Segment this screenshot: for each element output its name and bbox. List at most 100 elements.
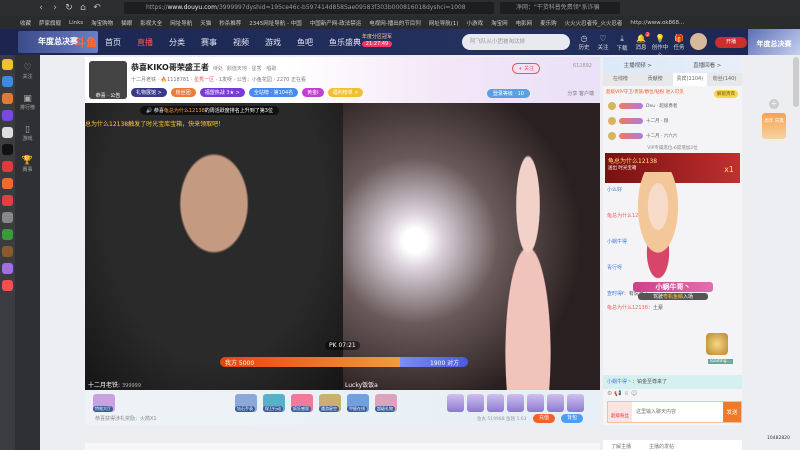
send-button[interactable]: 发送 <box>723 402 741 422</box>
settings-icon[interactable]: ⚙ <box>607 390 612 397</box>
app-icon[interactable] <box>2 144 13 155</box>
douyu-logo[interactable]: 斗鱼 <box>75 34 97 50</box>
event-banner[interactable]: 年度总决赛 <box>748 29 800 55</box>
room-category[interactable]: 颜值天地 · 星秀 · 唱歌 <box>227 66 277 72</box>
replay-link[interactable]: 直播回看 > <box>693 61 721 69</box>
app-icon[interactable] <box>2 263 13 274</box>
sidebar-item[interactable]: ▣ 排行榜 <box>15 94 40 111</box>
address-bar[interactable]: https://www.douyu.com/3999997dyshid=195c… <box>124 2 494 14</box>
msg-user[interactable]: 青行呀 <box>607 265 622 271</box>
nav-消息[interactable]: 🔔 消息 2 <box>632 32 650 51</box>
room-tag[interactable]: 待处 <box>213 66 223 72</box>
bookmark[interactable]: 中国新产网-政法禁运 <box>310 19 362 27</box>
room-badge[interactable]: 粉丝团 <box>170 88 196 97</box>
chat-tab[interactable]: 贵宾(1104) <box>672 73 708 86</box>
bookmark[interactable]: 小游戏 <box>467 19 484 27</box>
room-badge[interactable]: 福盟热战 3★ > <box>199 88 245 97</box>
site-search-input[interactable]: 阿飞队从小团被淘汰掉 <box>462 34 570 50</box>
app-icon[interactable] <box>2 212 13 223</box>
app-icon[interactable] <box>2 161 13 172</box>
recharge-button[interactable]: 充值 <box>533 414 555 423</box>
sidebar-item[interactable]: ▯ 游戏 <box>15 125 40 142</box>
app-icon[interactable] <box>2 127 13 138</box>
nav-下载[interactable]: ⤓ 下载 <box>613 34 631 52</box>
chat-tab[interactable]: 贡献榜 <box>638 73 673 86</box>
fan-card-icon[interactable] <box>527 394 544 412</box>
tab-posts[interactable]: 主播的发帖 <box>649 443 674 450</box>
fan-card-icon[interactable] <box>487 394 504 412</box>
msg-user[interactable]: 小蜗牛得丶 <box>607 379 632 385</box>
bookmark[interactable]: 火火火忍者传_火火忍者 <box>565 19 623 27</box>
app-icon[interactable] <box>2 76 13 87</box>
home-icon[interactable]: ⌂ <box>76 3 90 13</box>
crown-icon[interactable]: ♕ <box>624 390 629 397</box>
nav-item[interactable]: 直播 <box>137 37 153 48</box>
bookmark[interactable]: 猫眼 <box>121 19 132 27</box>
sidebar-item[interactable]: ♡ 关注 <box>15 63 40 80</box>
back-icon[interactable]: ‹ <box>34 3 48 13</box>
chat-input[interactable] <box>632 402 723 422</box>
nav-item[interactable]: 首页 <box>105 37 121 48</box>
fan-badge[interactable]: 超级粉丝 <box>608 402 632 422</box>
page-scrollbar[interactable] <box>793 57 799 107</box>
nav-item[interactable]: 鱼吧 <box>297 37 313 48</box>
bookmark[interactable]: 淘宝购物 <box>91 19 113 27</box>
nav-创作中心[interactable]: 💡 创作中心 <box>651 34 669 59</box>
plus-icon[interactable]: + <box>769 99 779 109</box>
nav-任务[interactable]: 🎁 任务 <box>670 34 688 51</box>
promo-banner[interactable]: 周年 庆典 <box>762 113 786 139</box>
bookmark[interactable]: 萨家旗舰 <box>39 19 61 27</box>
msg-user[interactable]: 小么好 <box>607 187 622 193</box>
streamer-avatar[interactable]: 恭喜 · 公告 <box>89 61 127 99</box>
video-player[interactable]: 🔊 恭喜龟总为什么12138的周活跃度排名上升到了第3位 总为什么12138触发… <box>85 103 600 390</box>
nav-历史[interactable]: ◷ 历史 <box>575 34 593 51</box>
forward-icon[interactable]: › <box>48 3 62 13</box>
unlock-vip-button[interactable]: 解锁贵宾 <box>714 90 738 98</box>
vip-seat[interactable]: Deu · 超级勇者 <box>603 98 742 113</box>
fan-card-icon[interactable] <box>467 394 484 412</box>
bookmark[interactable]: 淘宝网 <box>491 19 508 27</box>
room-badge[interactable]: 全站榜 · 第104名 <box>248 88 299 97</box>
app-icon[interactable] <box>2 195 13 206</box>
nav-item[interactable]: 赛事 <box>201 37 217 48</box>
streamer-video-link[interactable]: 主播视频 > <box>624 61 652 69</box>
app-icon[interactable] <box>2 178 13 189</box>
follow-button[interactable]: + 关注 <box>512 63 540 74</box>
room-badge[interactable]: 礼物展馆 > <box>131 88 167 97</box>
app-icon[interactable] <box>2 93 13 104</box>
nav-item[interactable]: 游戏 <box>265 37 281 48</box>
bookmark[interactable]: 网址导航 <box>170 19 192 27</box>
bookmark[interactable]: 收藏 <box>20 19 31 27</box>
user-avatar[interactable] <box>690 33 707 50</box>
app-icon[interactable] <box>2 110 13 121</box>
room-badge[interactable]: 福利榜单 > <box>327 88 364 97</box>
bookmark[interactable]: 网址导航(1) <box>429 19 459 27</box>
fan-card-icon[interactable] <box>547 394 564 412</box>
bookmark[interactable]: 麦乐购 <box>540 19 557 27</box>
nav-item[interactable]: 分类 <box>169 37 185 48</box>
tab-about[interactable]: 了解主播 <box>611 443 631 450</box>
bookmark[interactable]: Links <box>69 20 83 26</box>
app-icon[interactable] <box>2 280 13 291</box>
nav-item[interactable]: 鱼乐盛典 <box>329 37 361 48</box>
share-button[interactable]: 分享 <box>567 91 577 97</box>
app-icon[interactable] <box>2 229 13 240</box>
nav-item[interactable]: 视频 <box>233 37 249 48</box>
vip-seat[interactable]: 十二月 · 翔 <box>603 113 742 128</box>
fan-card-icon[interactable] <box>447 394 464 412</box>
go-live-button[interactable]: 开播 <box>715 37 747 48</box>
app-icon[interactable] <box>2 246 13 257</box>
bookmark[interactable]: 电视网-播出的节目列 <box>369 19 421 27</box>
emoji-icon[interactable]: ☺ <box>631 390 637 397</box>
bookmark[interactable]: http://www.ok868... <box>630 20 684 26</box>
room-badge[interactable]: 黄金Ⅰ <box>302 88 324 97</box>
bookmark[interactable]: 秒杀推荐 <box>219 19 241 27</box>
browser-search-input[interactable]: 净网："干货科普免费领"系诈骗 <box>500 2 620 14</box>
bookmark[interactable]: 电影网 <box>516 19 533 27</box>
app-icon[interactable] <box>2 59 13 70</box>
chat-tab[interactable]: 粉丝(140) <box>707 73 742 86</box>
fan-card-icon[interactable] <box>567 394 584 412</box>
chat-tab[interactable]: 在线榜 <box>603 73 638 86</box>
login-level-button[interactable]: 登录等级 · 10 <box>486 89 530 98</box>
bookmark[interactable]: 影视大全 <box>140 19 162 27</box>
